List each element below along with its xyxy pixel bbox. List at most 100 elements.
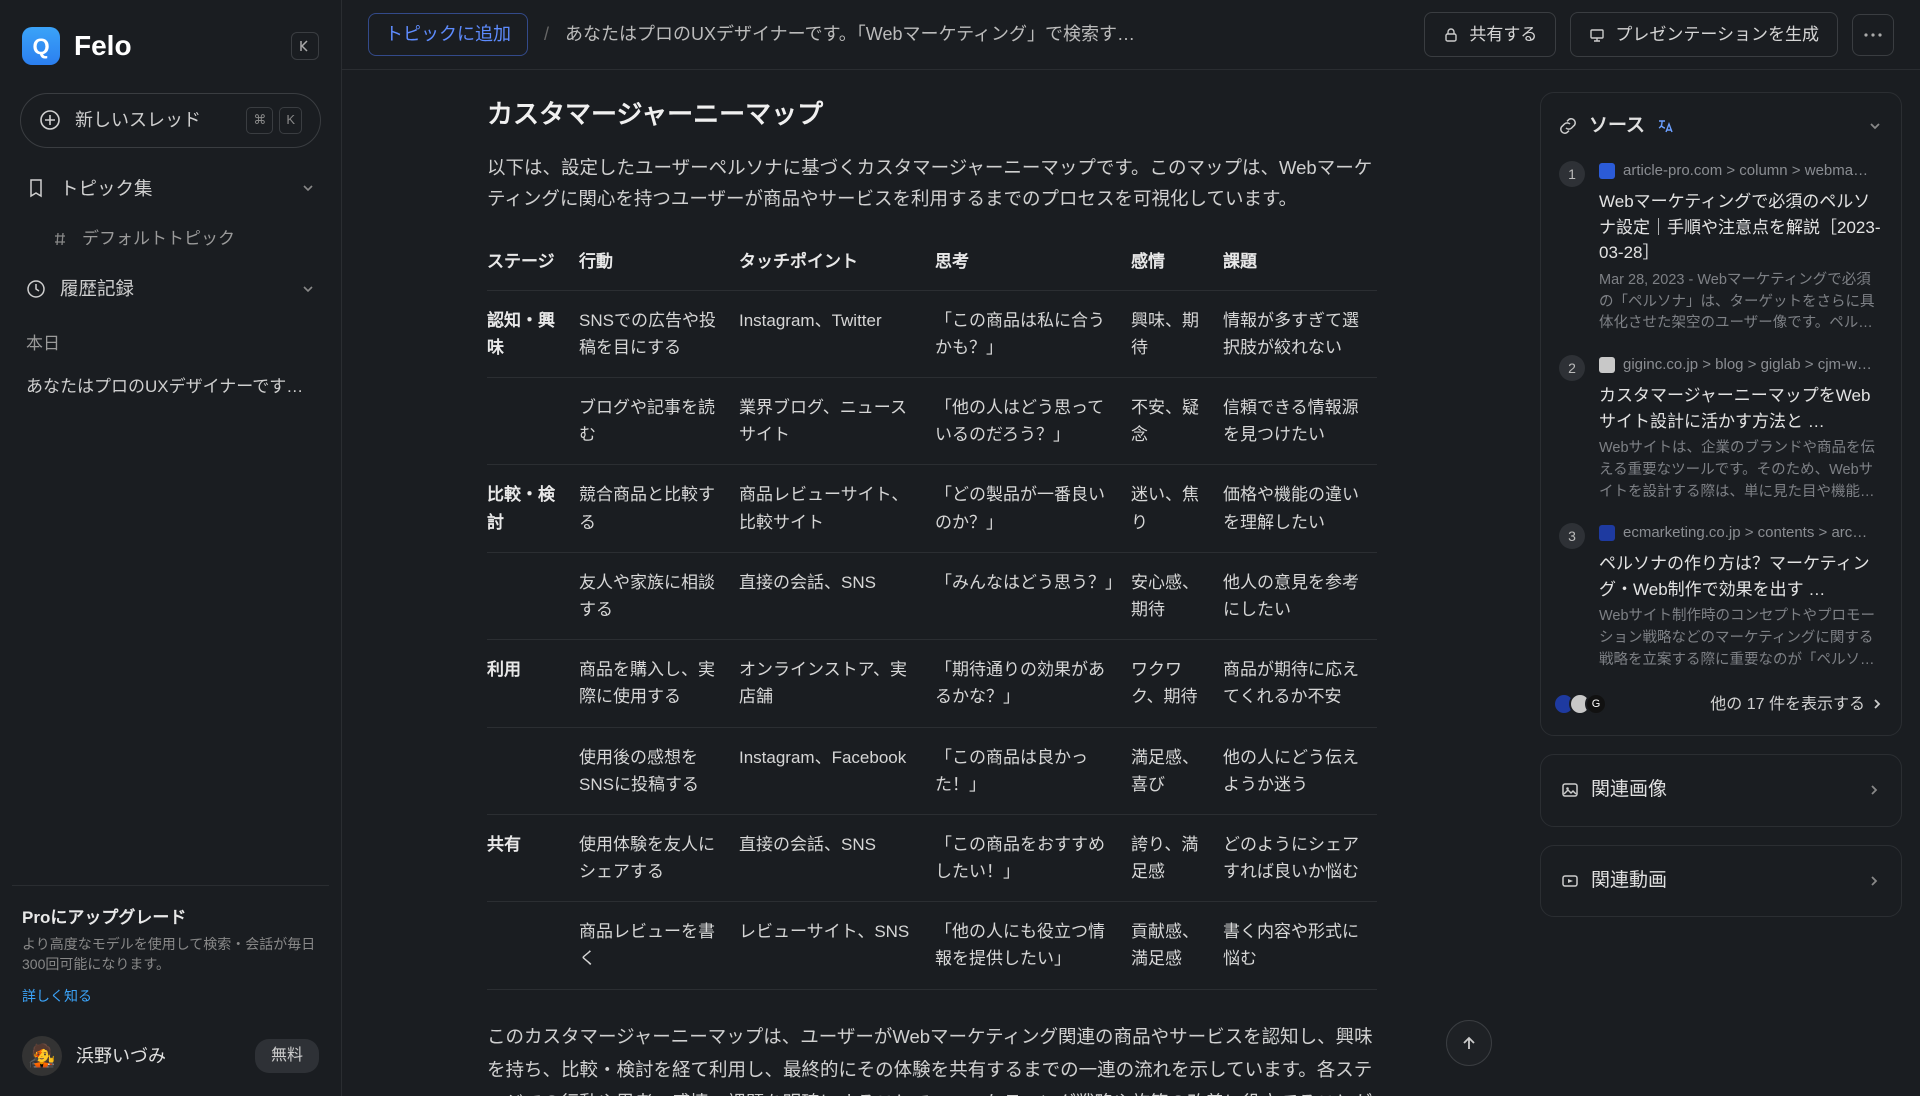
logo[interactable]: Q Felo: [22, 24, 132, 69]
related-videos-label: 関連動画: [1591, 866, 1667, 896]
table-cell: [487, 378, 579, 465]
chevron-right-icon: [1867, 783, 1881, 797]
chevron-left-bar-icon: [299, 40, 311, 52]
table-row: 利用商品を購入し、実際に使用するオンラインストア、実店舗「期待通りの効果があるか…: [487, 640, 1377, 727]
translate-icon[interactable]: [1657, 118, 1673, 134]
source-title[interactable]: カスタマージャーニーマップをWebサイト設計に活かす方法と …: [1599, 383, 1883, 434]
arrow-up-icon: [1460, 1034, 1478, 1052]
table-cell: 「みんなはどう思う？」: [935, 552, 1131, 639]
table-cell: ブログや記事を読む: [579, 378, 739, 465]
table-header: 感情: [1131, 242, 1223, 290]
chevron-right-icon: [1867, 874, 1881, 888]
source-description: Webサイトは、企業のブランドや商品を伝える重要なツールです。そのため、Webサ…: [1599, 438, 1883, 503]
bookmark-icon: [26, 178, 46, 198]
source-item[interactable]: 3 ecmarketing.co.jp > contents > arc… ペル…: [1559, 503, 1883, 671]
table-cell: [487, 552, 579, 639]
table-cell: 共有: [487, 814, 579, 901]
table-row: 使用後の感想をSNSに投稿するInstagram、Facebook「この商品は良…: [487, 727, 1377, 814]
show-more-sources[interactable]: 他の 17 件を表示する: [1710, 692, 1883, 718]
nav-history-label: 履歴記録: [60, 274, 134, 304]
table-cell: 迷い、焦り: [1131, 465, 1223, 552]
table-cell: 安心感、期待: [1131, 552, 1223, 639]
sidebar: Q Felo 新しいスレッド ⌘ K: [0, 0, 342, 1096]
sources-panel: ソース 1 article-pro.com > colu: [1522, 70, 1920, 1096]
user-row[interactable]: 🧑‍🎤 浜野いづみ 無料: [12, 1020, 329, 1080]
logo-mark-icon: Q: [22, 27, 60, 65]
table-row: 商品レビューを書くレビューサイト、SNS「他の人にも役立つ情報を提供したい」貢献…: [487, 902, 1377, 989]
table-cell: 書く内容や形式に悩む: [1223, 902, 1377, 989]
upgrade-link[interactable]: 詳しく知る: [22, 988, 92, 1004]
table-cell: 商品レビューサイト、比較サイト: [739, 465, 935, 552]
source-title[interactable]: Webマーケティングで必須のペルソナ設定｜手順や注意点を解説［2023-03-2…: [1599, 189, 1883, 266]
table-cell: 価格や機能の違いを理解したい: [1223, 465, 1377, 552]
table-cell: [487, 902, 579, 989]
nav-topics[interactable]: トピック集: [12, 162, 329, 216]
table-cell: 情報が多すぎて選択肢が絞れない: [1223, 290, 1377, 377]
plan-badge: 無料: [255, 1039, 319, 1073]
table-row: 比較・検討競合商品と比較する商品レビューサイト、比較サイト「どの製品が一番良いの…: [487, 465, 1377, 552]
add-to-topic-button[interactable]: トピックに追加: [368, 13, 528, 56]
table-cell: 商品を購入し、実際に使用する: [579, 640, 739, 727]
favicon-icon: [1599, 525, 1615, 541]
image-icon: [1561, 781, 1579, 799]
breadcrumb-sep: /: [544, 20, 549, 49]
new-thread-button[interactable]: 新しいスレッド ⌘ K: [20, 93, 321, 148]
related-videos-card[interactable]: 関連動画: [1540, 845, 1902, 917]
breadcrumb-title: あなたはプロのUXデザイナーです。「Webマーケティング」で検索す…: [565, 20, 1135, 49]
table-cell: 商品が期待に応えてくれるか不安: [1223, 640, 1377, 727]
topbar: トピックに追加 / あなたはプロのUXデザイナーです。「Webマーケティング」で…: [342, 0, 1920, 70]
table-row: ブログや記事を読む業界ブログ、ニュースサイト「他の人はどう思っているのだろう？」…: [487, 378, 1377, 465]
table-header: 課題: [1223, 242, 1377, 290]
table-row: 共有使用体験を友人にシェアする直接の会話、SNS「この商品をおすすめしたい！」誇…: [487, 814, 1377, 901]
table-cell: 使用体験を友人にシェアする: [579, 814, 739, 901]
related-images-card[interactable]: 関連画像: [1540, 754, 1902, 826]
favicon-icon: [1599, 357, 1615, 373]
nav-history[interactable]: 履歴記録: [12, 262, 329, 316]
generate-presentation-button[interactable]: プレゼンテーションを生成: [1570, 12, 1838, 57]
table-cell: 「他の人はどう思っているのだろう？」: [935, 378, 1131, 465]
chevron-right-icon: [1871, 698, 1883, 710]
hash-icon: [52, 231, 68, 247]
plus-circle-icon: [39, 109, 61, 131]
kbd-k: K: [279, 107, 302, 134]
outro-paragraph: このカスタマージャーニーマップは、ユーザーがWebマーケティング関連の商品やサー…: [487, 1020, 1377, 1096]
more-menu-button[interactable]: [1852, 14, 1894, 56]
table-header: ステージ: [487, 242, 579, 290]
table-header: 思考: [935, 242, 1131, 290]
table-cell: 誇り、満足感: [1131, 814, 1223, 901]
table-cell: 「この商品をおすすめしたい！」: [935, 814, 1131, 901]
source-item[interactable]: 1 article-pro.com > column > webma… Webマ…: [1559, 141, 1883, 335]
source-number: 1: [1559, 161, 1585, 187]
clock-icon: [26, 279, 46, 299]
favicon-icon: [1599, 163, 1615, 179]
nav-default-topic[interactable]: デフォルトトピック: [12, 215, 329, 262]
table-cell: 利用: [487, 640, 579, 727]
history-item-1[interactable]: あなたはプロのUXデザイナーです…: [12, 363, 329, 410]
table-cell: 商品レビューを書く: [579, 902, 739, 989]
upgrade-desc: より高度なモデルを使用して検索・会話が毎日300回可能になります。: [22, 935, 319, 974]
table-cell: 「期待通りの効果があるかな？」: [935, 640, 1131, 727]
journey-table: ステージ行動タッチポイント思考感情課題 認知・興味SNSでの広告や投稿を目にする…: [487, 242, 1377, 989]
table-cell: レビューサイト、SNS: [739, 902, 935, 989]
table-cell: 信頼できる情報源を見つけたい: [1223, 378, 1377, 465]
sources-header[interactable]: ソース: [1559, 111, 1883, 141]
related-images-label: 関連画像: [1591, 775, 1667, 805]
kbd-cmd: ⌘: [246, 107, 273, 134]
table-cell: 満足感、喜び: [1131, 727, 1223, 814]
table-cell: 業界ブログ、ニュースサイト: [739, 378, 935, 465]
table-row: 認知・興味SNSでの広告や投稿を目にするInstagram、Twitter「この…: [487, 290, 1377, 377]
share-button[interactable]: 共有する: [1424, 12, 1556, 57]
scroll-to-top-button[interactable]: [1446, 1020, 1492, 1066]
upgrade-title: Proにアップグレード: [22, 904, 319, 931]
table-cell: Instagram、Facebook: [739, 727, 935, 814]
article-scroll[interactable]: カスタマージャーニーマップ 以下は、設定したユーザーペルソナに基づくカスタマージ…: [342, 70, 1522, 1096]
chevron-down-icon: [301, 181, 315, 195]
table-cell: 認知・興味: [487, 290, 579, 377]
table-cell: 直接の会話、SNS: [739, 552, 935, 639]
table-cell: 「この商品は良かった！」: [935, 727, 1131, 814]
source-item[interactable]: 2 giginc.co.jp > blog > giglab > cjm-w… …: [1559, 335, 1883, 503]
collapse-sidebar-button[interactable]: [291, 32, 319, 60]
favicon-stack: G: [1559, 693, 1607, 715]
new-thread-label: 新しいスレッド: [75, 106, 201, 135]
source-title[interactable]: ペルソナの作り方は？マーケティング・Web制作で効果を出す …: [1599, 551, 1883, 602]
